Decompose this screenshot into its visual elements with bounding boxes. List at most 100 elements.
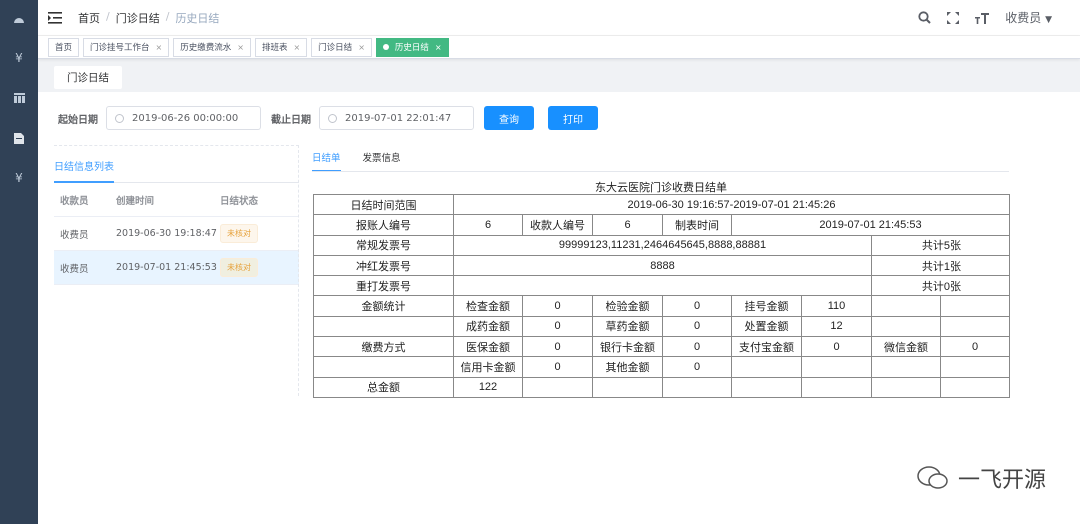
sheet-cell [871,295,941,317]
clock-icon [115,113,124,123]
watermark-logo: 一飞开源 [916,462,1046,494]
sheet-cell: 0 [522,336,593,358]
breadcrumb-home[interactable]: 首页 [78,10,100,26]
sheet-cell: 草药金额 [592,315,663,338]
sidebar-item-yen[interactable]: ¥ [0,38,38,78]
sheet-cell: 0 [522,315,593,338]
clock-icon [328,113,337,123]
tab-invoice-info[interactable]: 发票信息 [363,150,401,172]
tag-0[interactable]: 首页 [48,37,80,57]
close-icon[interactable]: × [358,43,365,52]
filter-bar: 起始日期 2019-06-26 00:00:00 截止日期 2019-07-01… [58,106,612,130]
tab-settlement-list[interactable]: 日结信息列表 [54,158,114,183]
end-date-input[interactable]: 2019-07-01 22:01:47 [319,106,474,130]
sheet-cell: 0 [662,295,732,317]
font-size-icon[interactable] [975,12,990,24]
sidebar: ¥ ¥ [0,0,38,524]
sheet-cell: 成药金额 [453,315,523,338]
sidebar-item-dashboard[interactable] [0,0,38,38]
tag-1[interactable]: 门诊挂号工作台 × [83,37,170,57]
close-icon[interactable]: × [293,43,300,52]
sheet-row: 金额统计 检查金额 0 检验金额 0 挂号金额 110 [313,295,1010,317]
print-button[interactable]: 打印 [548,106,598,130]
sheet-cell [940,315,1010,338]
start-date-label: 起始日期 [58,114,98,126]
sheet-cell: 0 [801,336,872,358]
breadcrumb-current: 历史日结 [175,11,220,25]
sheet-cell [871,315,941,338]
sheet-row: 缴费方式 医保金额 0 银行卡金额 0 支付宝金额 0 微信金额 0 [313,336,1010,358]
tag-label: 历史日结 [394,43,429,53]
sheet-cell: 0 [940,336,1010,358]
tag-label: 首页 [55,43,73,53]
sheet-cell [453,275,872,297]
tag-4[interactable]: 门诊日结 × [311,37,372,57]
search-icon[interactable] [918,11,931,24]
navbar: 首页 / 门诊日结 / 历史日结 收费员 ▼ [38,0,1080,36]
user-name: 收费员 [1005,11,1042,25]
status-badge: 未核对 [220,258,258,277]
table-row[interactable]: 收费员 2019-07-01 21:45:53 未核对 [54,251,299,285]
active-dot-icon [382,44,389,50]
sheet-cell [592,376,663,398]
watermark-text: 一飞开源 [957,468,1046,493]
dashboard-icon [14,18,24,23]
close-icon[interactable]: × [237,43,244,52]
sheet-cell: 122 [453,376,523,398]
close-icon[interactable]: × [435,43,442,52]
sheet-cell: 总金额 [313,376,454,398]
sidebar-item-document[interactable] [0,118,38,158]
tag-label: 门诊挂号工作台 [90,43,150,53]
column-header: 创建时间 [116,195,155,207]
sheet-cell: 其他金额 [592,356,663,378]
sheet-cell: 2019-06-30 19:16:57-2019-07-01 21:45:26 [453,193,1010,216]
menu-fold-icon[interactable] [48,11,62,25]
sheet-row: 信用卡金额 0 其他金额 0 [313,356,1010,378]
sheet-cell: 0 [662,336,732,358]
sheet-cell [313,356,454,378]
list-header: 收款员 创建时间 日结状态 [54,183,299,217]
tab-daily-sheet[interactable]: 日结单 [312,150,341,172]
tag-5[interactable]: 历史日结 × [375,37,449,57]
column-header: 日结状态 [220,195,259,207]
sheet-row: 成药金额 0 草药金额 0 处置金额 12 [313,315,1010,338]
tags-view: 首页 门诊挂号工作台 × 历史缴费流水 × 排班表 × 门诊日结 × 历史日结 × [38,36,1080,59]
breadcrumb-daily[interactable]: 门诊日结 [116,10,160,26]
sheet-cell: 常规发票号 [313,234,454,256]
sidebar-item-yen-2[interactable]: ¥ [0,158,38,198]
sheet-cell: 8888 [453,254,872,277]
page-tab-daily[interactable]: 门诊日结 [54,66,122,89]
detail-tabs: 日结单 发票信息 [312,150,401,172]
cashier-cell: 收费员 [60,263,89,275]
time-cell: 2019-07-01 21:45:53 [116,262,217,273]
sheet-cell [522,376,593,398]
sheet-cell [731,376,802,398]
tag-3[interactable]: 排班表 × [254,37,308,57]
sheet-cell: 共计5张 [871,234,1010,256]
close-icon[interactable]: × [156,43,163,52]
sheet-cell: 医保金额 [453,336,523,358]
sheet-cell [731,356,802,378]
start-date-input[interactable]: 2019-06-26 00:00:00 [106,106,261,130]
table-row[interactable]: 收费员 2019-06-30 19:18:47 未核对 [54,217,299,251]
fullscreen-icon[interactable] [947,11,960,24]
sheet-cell [801,376,872,398]
query-button[interactable]: 查询 [484,106,534,130]
user-menu[interactable]: 收费员 ▼ [1005,9,1052,26]
sheet-cell: 0 [522,295,593,317]
sheet-cell: 2019-07-01 21:45:53 [731,214,1010,236]
tag-2[interactable]: 历史缴费流水 × [173,37,251,57]
sheet-cell: 0 [522,356,593,378]
sheet-cell: 收款人编号 [522,214,593,236]
sidebar-item-table[interactable] [0,78,38,118]
sheet-cell: 金额统计 [313,295,454,317]
sheet-cell: 99999123,11231,2464645645,8888,88881 [453,234,872,256]
daily-sheet-table: 日结时间范围 2019-06-30 19:16:57-2019-07-01 21:… [313,193,1010,398]
sheet-cell [940,356,1010,378]
tag-label: 排班表 [261,43,288,53]
sheet-cell: 共计0张 [871,275,1010,297]
sheet-cell: 制表时间 [662,214,732,236]
document-icon [14,132,24,144]
divider [298,145,299,396]
table-icon [13,93,25,103]
